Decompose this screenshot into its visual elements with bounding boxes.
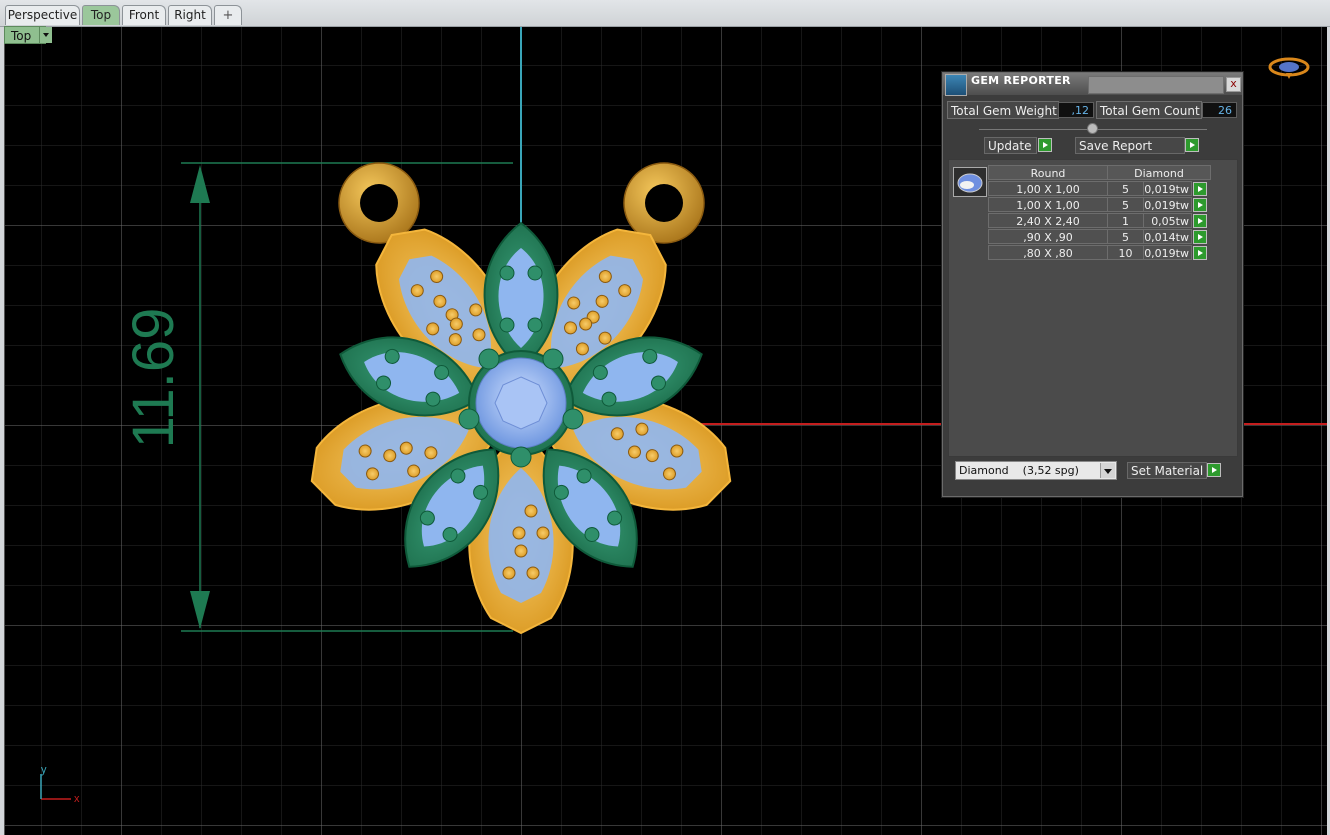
row-2-select-icon[interactable] bbox=[1193, 198, 1207, 212]
chevron-down-icon[interactable] bbox=[1100, 463, 1115, 478]
set-material-button[interactable]: Set Material bbox=[1127, 462, 1207, 479]
row-2-count: 5 bbox=[1107, 197, 1144, 212]
tab-top[interactable]: Top bbox=[82, 5, 120, 25]
viewport-menu-chevron-icon[interactable] bbox=[39, 27, 52, 43]
axis-x-label: x bbox=[74, 793, 80, 805]
row-4-select-icon[interactable] bbox=[1193, 230, 1207, 244]
row-1-count: 5 bbox=[1107, 181, 1144, 196]
material-select-value: Diamond (3,52 spg) bbox=[959, 464, 1079, 477]
tab-front[interactable]: Front bbox=[122, 5, 166, 25]
gem-list[interactable]: Round Diamond 1,00 X 1,00 5 0,019tw 1,00… bbox=[948, 159, 1238, 457]
save-report-button[interactable]: Save Report bbox=[1075, 137, 1185, 154]
row-5-select-icon[interactable] bbox=[1193, 246, 1207, 260]
title-drag-area[interactable] bbox=[1088, 76, 1224, 94]
row-1-weight: 0,019tw bbox=[1143, 181, 1192, 196]
row-4-count: 5 bbox=[1107, 229, 1144, 244]
row-2-weight: 0,019tw bbox=[1143, 197, 1192, 212]
material-select[interactable]: Diamond (3,52 spg) bbox=[955, 461, 1117, 480]
panel-title-bar[interactable]: GEM REPORTER x bbox=[943, 73, 1242, 96]
set-material-go-icon[interactable] bbox=[1207, 463, 1221, 477]
panel-title: GEM REPORTER bbox=[971, 74, 1071, 87]
row-2-size: 1,00 X 1,00 bbox=[988, 197, 1108, 212]
total-gem-count-label: Total Gem Count bbox=[1096, 101, 1202, 119]
row-4-weight: 0,014tw bbox=[1143, 229, 1192, 244]
tab-perspective[interactable]: Perspective bbox=[5, 5, 80, 25]
row-3-count: 1 bbox=[1107, 213, 1144, 228]
dimension-label: 11.69 bbox=[121, 308, 186, 449]
close-icon[interactable]: x bbox=[1226, 77, 1241, 92]
row-3-weight: 0,05tw bbox=[1143, 213, 1192, 228]
update-go-icon[interactable] bbox=[1038, 138, 1052, 152]
row-5-weight: 0,019tw bbox=[1143, 245, 1192, 260]
bail-ring-left bbox=[338, 162, 420, 244]
row-1-select-icon[interactable] bbox=[1193, 182, 1207, 196]
axis-y-label: y bbox=[41, 764, 47, 776]
row-3-size: 2,40 X 2,40 bbox=[988, 213, 1108, 228]
row-5-size: ,80 X ,80 bbox=[988, 245, 1108, 260]
round-gem-icon bbox=[957, 173, 983, 193]
row-5-count: 10 bbox=[1107, 245, 1144, 260]
column-header-material: Diamond bbox=[1107, 165, 1211, 180]
row-4-size: ,90 X ,90 bbox=[988, 229, 1108, 244]
row-3-select-icon[interactable] bbox=[1193, 214, 1207, 228]
update-button[interactable]: Update bbox=[984, 137, 1037, 154]
save-report-go-icon[interactable] bbox=[1185, 138, 1199, 152]
bail-ring-right bbox=[623, 162, 705, 244]
tab-right[interactable]: Right bbox=[168, 5, 212, 25]
total-gem-weight-value: ,12 bbox=[1058, 102, 1094, 118]
round-gem-thumbnail[interactable] bbox=[953, 167, 987, 197]
total-gem-weight-label: Total Gem Weight bbox=[947, 101, 1059, 119]
gem-reporter-icon bbox=[945, 74, 967, 96]
splitter-handle[interactable] bbox=[1087, 123, 1098, 134]
viewport-tab-bar: Perspective Top Front Right + bbox=[0, 0, 1330, 27]
total-gem-count-value: 26 bbox=[1202, 102, 1237, 118]
add-viewport-tab-button[interactable]: + bbox=[214, 5, 242, 25]
column-header-shape: Round bbox=[988, 165, 1108, 180]
gem-reporter-panel: GEM REPORTER x Total Gem Weight ,12 Tota… bbox=[942, 72, 1243, 497]
row-1-size: 1,00 X 1,00 bbox=[988, 181, 1108, 196]
